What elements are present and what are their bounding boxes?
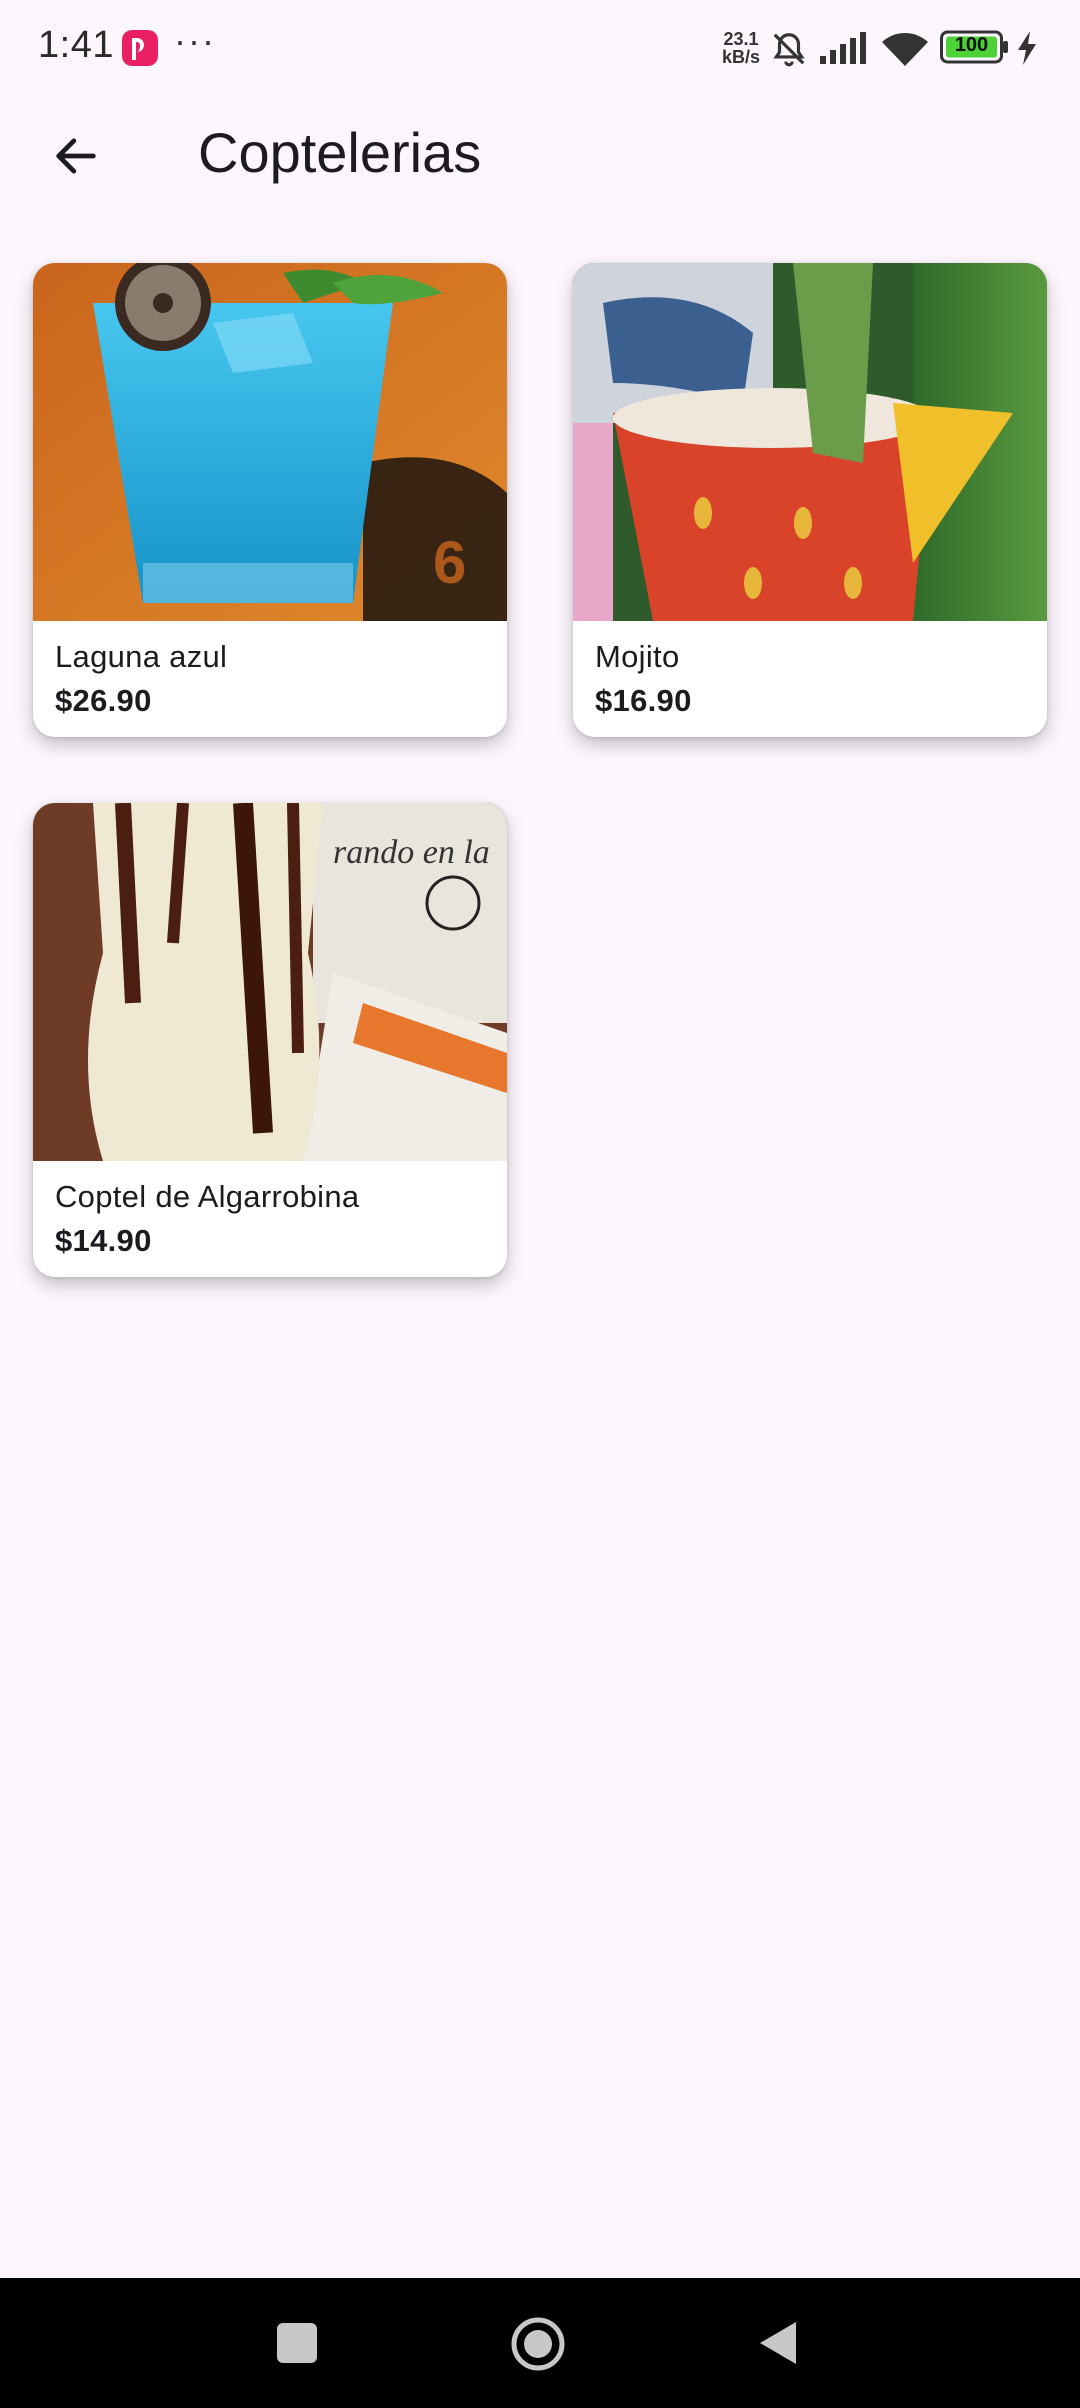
battery-level: 100 [954, 34, 989, 56]
product-name: Mojito [595, 639, 680, 674]
product-card-coptel-de-algarrobina[interactable]: rando en la Coptel de Algarrobina $14.90 [33, 803, 507, 1277]
product-price: $14.90 [55, 1223, 152, 1258]
nav-back-button[interactable] [758, 2320, 798, 2371]
charging-bolt-icon [1016, 30, 1038, 71]
product-price: $26.90 [55, 683, 152, 718]
product-card-laguna-azul[interactable]: 6 Laguna azul $26.90 [33, 263, 507, 737]
recents-button[interactable] [276, 2322, 318, 2369]
home-button[interactable] [510, 2316, 566, 2377]
app-bar: Coptelerias [0, 96, 1080, 216]
system-navigation-bar [0, 2278, 1080, 2408]
svg-text:6: 6 [433, 529, 466, 596]
page-title: Coptelerias [198, 121, 482, 184]
circle-icon [511, 2317, 565, 2371]
network-speed-value: 23.1 [723, 29, 759, 49]
product-price: $16.90 [595, 683, 692, 718]
status-time: 1:41 [38, 24, 114, 66]
svg-text:rando en la: rando en la [333, 834, 490, 871]
arrow-left-icon [50, 130, 102, 187]
product-card-mojito[interactable]: Mojito $16.90 [573, 263, 1047, 737]
wifi-icon [880, 30, 930, 73]
product-name: Laguna azul [55, 639, 228, 674]
notification-app-icon [122, 30, 158, 66]
square-icon [277, 2323, 317, 2363]
network-speed-unit: kB/s [721, 47, 761, 67]
back-button[interactable] [36, 118, 116, 198]
signal-icon [818, 30, 866, 71]
status-bar: 1:41 ··· 23.1 kB/s 100 [0, 0, 1080, 96]
product-name: Coptel de Algarrobina [55, 1179, 360, 1214]
more-notifications-icon: ··· [174, 20, 216, 61]
product-image [573, 263, 1047, 621]
bell-muted-icon [770, 30, 808, 73]
network-speed: 23.1 kB/s [716, 30, 766, 66]
product-image: 6 [33, 263, 507, 621]
battery-icon: 100 [940, 30, 1010, 69]
product-image: rando en la [33, 803, 507, 1161]
triangle-back-icon [760, 2322, 796, 2364]
